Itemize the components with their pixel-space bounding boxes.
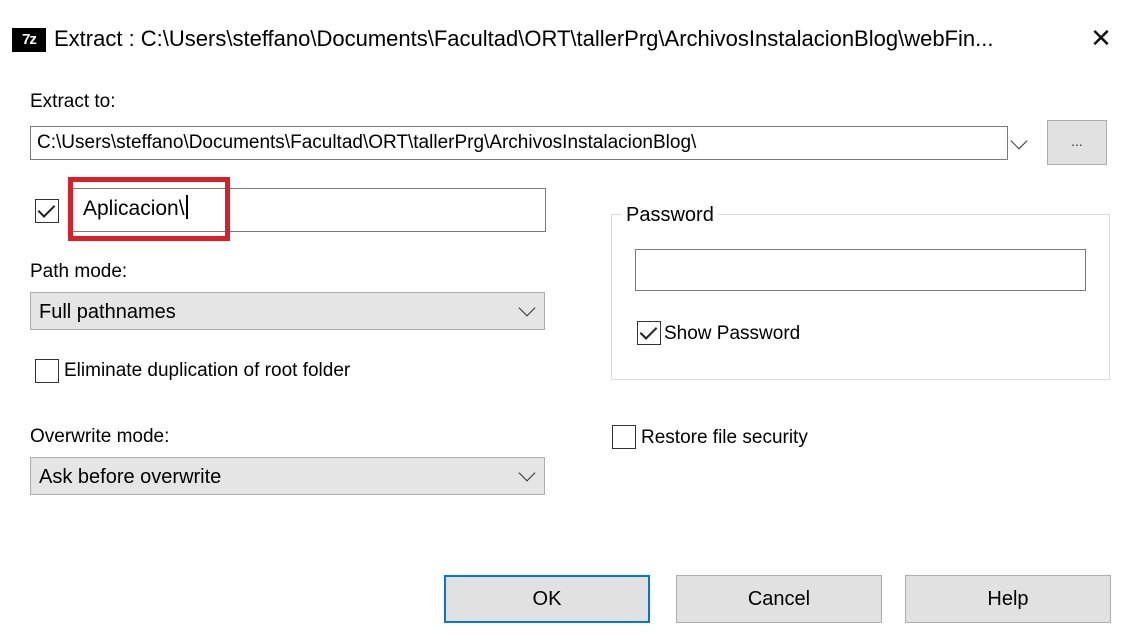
- eliminate-duplication-label: Eliminate duplication of root folder: [64, 360, 351, 381]
- chevron-down-icon: [518, 299, 536, 317]
- overwrite-mode-value: Ask before overwrite: [39, 466, 222, 488]
- title-bar[interactable]: 7z Extract : C:\Users\steffano\Documents…: [0, 0, 1126, 56]
- show-password-label: Show Password: [664, 323, 801, 344]
- chevron-down-icon: [518, 464, 536, 482]
- password-group-label: Password: [622, 203, 718, 227]
- overwrite-mode-label: Overwrite mode:: [30, 426, 170, 447]
- password-input[interactable]: [635, 249, 1086, 291]
- window-title: Extract : C:\Users\steffano\Documents\Fa…: [54, 26, 994, 51]
- restore-security-label: Restore file security: [641, 427, 808, 448]
- extract-to-combobox[interactable]: C:\Users\steffano\Documents\Facultad\ORT…: [30, 126, 1028, 160]
- subfolder-checkbox[interactable]: [35, 199, 59, 223]
- restore-security-checkbox[interactable]: [612, 425, 636, 449]
- path-mode-select[interactable]: Full pathnames: [30, 292, 545, 330]
- close-button[interactable]: ✕: [1084, 22, 1118, 54]
- text-caret: [185, 195, 188, 219]
- browse-button[interactable]: ...: [1047, 120, 1107, 165]
- extract-to-path: C:\Users\steffano\Documents\Facultad\ORT…: [37, 132, 697, 153]
- path-mode-label: Path mode:: [30, 261, 128, 282]
- path-mode-value: Full pathnames: [39, 301, 176, 323]
- extract-to-label: Extract to:: [30, 91, 116, 112]
- overwrite-mode-select[interactable]: Ask before overwrite: [30, 457, 545, 495]
- password-group: [611, 214, 1110, 380]
- cancel-button[interactable]: Cancel: [676, 575, 882, 623]
- show-password-checkbox[interactable]: [637, 321, 661, 345]
- chevron-down-icon: [1010, 132, 1028, 150]
- help-button[interactable]: Help: [905, 575, 1111, 623]
- subfolder-value: Aplicacion\: [83, 197, 185, 220]
- eliminate-duplication-checkbox[interactable]: [35, 359, 59, 383]
- subfolder-input[interactable]: Aplicacion\: [70, 188, 546, 232]
- ok-button[interactable]: OK: [444, 575, 650, 623]
- close-icon: ✕: [1090, 23, 1112, 53]
- extract-dialog: 7z Extract : C:\Users\steffano\Documents…: [0, 0, 1126, 642]
- 7zip-app-icon: 7z: [12, 28, 46, 52]
